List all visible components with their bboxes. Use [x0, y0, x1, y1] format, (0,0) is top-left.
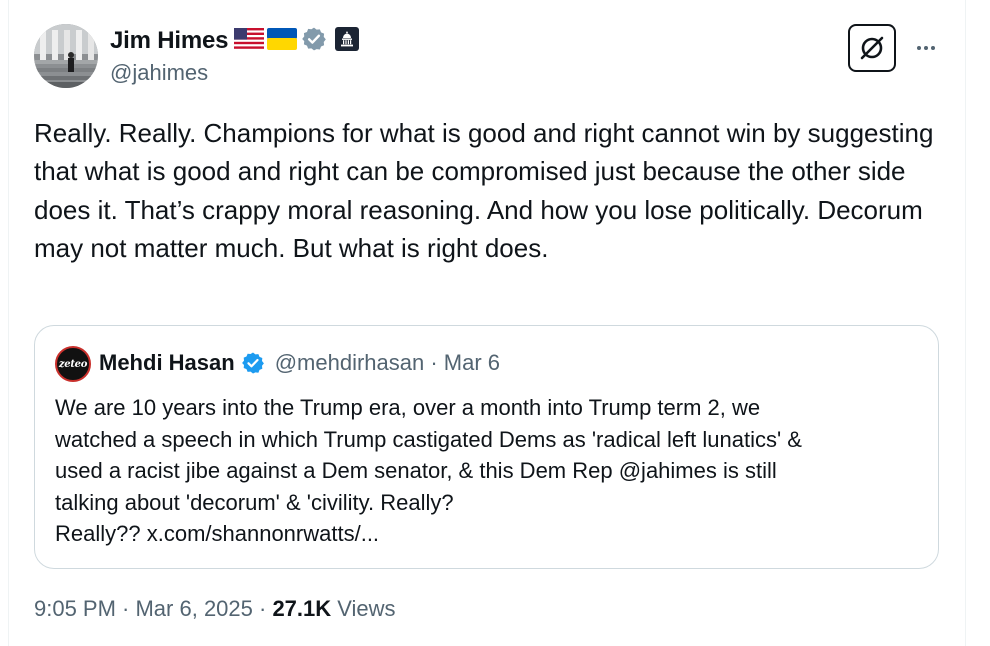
quoted-text-line: used a racist jibe against a Dem senator…	[55, 458, 777, 484]
quoted-tweet[interactable]: zeteo Mehdi Hasan @mehdirhasan · Mar 6 W…	[34, 325, 939, 569]
quoted-avatar-logo-text: zeteo	[58, 358, 88, 370]
tweet-text: Really. Really. Champions for what is go…	[34, 118, 934, 264]
author-handle[interactable]: @jahimes	[110, 60, 208, 86]
quoted-author-avatar[interactable]: zeteo	[55, 346, 91, 382]
quoted-text-line: watched a speech in which Trump castigat…	[55, 426, 802, 452]
quoted-handle-date[interactable]: @mehdirhasan · Mar 6	[275, 350, 500, 376]
verified-blue-badge-icon[interactable]	[241, 351, 265, 375]
quoted-text-line: talking about 'decorum' & 'civility. Rea…	[55, 489, 454, 515]
quoted-text: We are 10 years into the Trump era, over…	[55, 392, 915, 550]
grok-icon	[860, 36, 884, 60]
ukraine-flag-icon	[267, 27, 298, 55]
capitol-affiliation-icon[interactable]	[335, 26, 360, 56]
grok-button[interactable]	[848, 24, 896, 72]
quoted-text-line: Really?? x.com/shannonrwatts/...	[55, 521, 380, 547]
views-label: Views	[331, 596, 396, 621]
views-count: 27.1K	[272, 596, 332, 621]
more-options-button[interactable]	[914, 36, 938, 60]
author-name[interactable]: Jim Himes	[110, 27, 228, 55]
quoted-author-name[interactable]: Mehdi Hasan	[99, 350, 235, 376]
us-flag-icon	[234, 27, 265, 55]
tweet-timestamp[interactable]: 9:05 PM · Mar 6, 2025 ·	[34, 596, 272, 621]
author-avatar[interactable]	[34, 24, 98, 88]
tweet-meta: 9:05 PM · Mar 6, 2025 · 27.1K Views	[34, 596, 396, 622]
verified-gray-badge-icon[interactable]	[301, 26, 327, 57]
quoted-header: Mehdi Hasan @mehdirhasan · Mar 6	[99, 348, 500, 378]
author-name-row: Jim Himes	[110, 26, 360, 57]
more-horizontal-icon	[917, 46, 935, 50]
quoted-text-line: We are 10 years into the Trump era, over…	[55, 395, 761, 420]
